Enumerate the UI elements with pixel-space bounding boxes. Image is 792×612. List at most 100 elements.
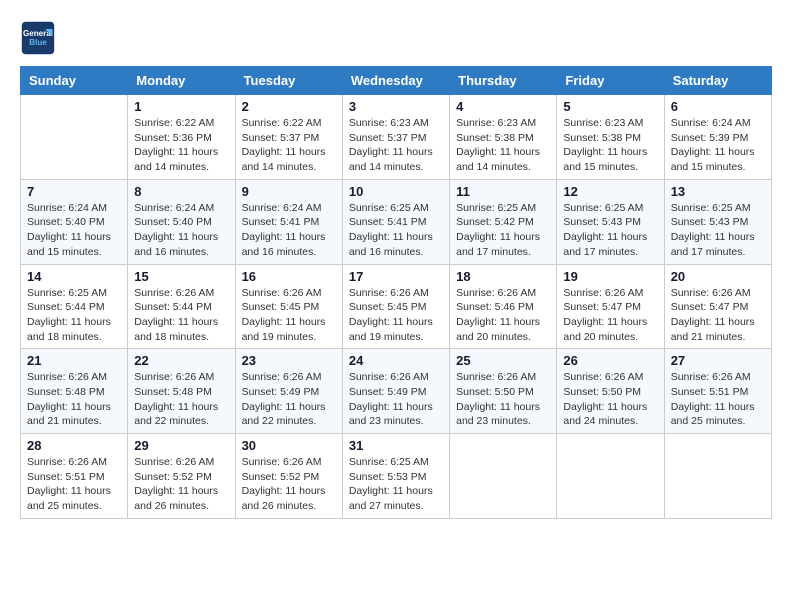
day-number: 27 xyxy=(671,353,765,368)
calendar-cell: 5 Sunrise: 6:23 AMSunset: 5:38 PMDaylight… xyxy=(557,95,664,180)
day-detail: Sunrise: 6:26 AMSunset: 5:48 PMDaylight:… xyxy=(27,370,121,429)
calendar-cell: 31 Sunrise: 6:25 AMSunset: 5:53 PMDayligh… xyxy=(342,434,449,519)
day-detail: Sunrise: 6:25 AMSunset: 5:43 PMDaylight:… xyxy=(563,201,657,260)
day-number: 18 xyxy=(456,269,550,284)
calendar-cell: 1 Sunrise: 6:22 AMSunset: 5:36 PMDaylight… xyxy=(128,95,235,180)
day-number: 10 xyxy=(349,184,443,199)
weekday-header: Thursday xyxy=(450,67,557,95)
calendar-cell: 28 Sunrise: 6:26 AMSunset: 5:51 PMDayligh… xyxy=(21,434,128,519)
day-number: 24 xyxy=(349,353,443,368)
day-detail: Sunrise: 6:25 AMSunset: 5:53 PMDaylight:… xyxy=(349,455,443,514)
day-detail: Sunrise: 6:23 AMSunset: 5:38 PMDaylight:… xyxy=(563,116,657,175)
calendar-cell: 12 Sunrise: 6:25 AMSunset: 5:43 PMDayligh… xyxy=(557,179,664,264)
day-detail: Sunrise: 6:26 AMSunset: 5:50 PMDaylight:… xyxy=(456,370,550,429)
calendar-cell xyxy=(450,434,557,519)
calendar-cell: 11 Sunrise: 6:25 AMSunset: 5:42 PMDayligh… xyxy=(450,179,557,264)
day-detail: Sunrise: 6:24 AMSunset: 5:39 PMDaylight:… xyxy=(671,116,765,175)
calendar-week-row: 14 Sunrise: 6:25 AMSunset: 5:44 PMDayligh… xyxy=(21,264,772,349)
day-number: 21 xyxy=(27,353,121,368)
day-detail: Sunrise: 6:26 AMSunset: 5:45 PMDaylight:… xyxy=(242,286,336,345)
day-number: 11 xyxy=(456,184,550,199)
day-number: 8 xyxy=(134,184,228,199)
day-number: 2 xyxy=(242,99,336,114)
day-number: 3 xyxy=(349,99,443,114)
weekday-header: Tuesday xyxy=(235,67,342,95)
weekday-header: Sunday xyxy=(21,67,128,95)
calendar-cell: 24 Sunrise: 6:26 AMSunset: 5:49 PMDayligh… xyxy=(342,349,449,434)
calendar-cell: 25 Sunrise: 6:26 AMSunset: 5:50 PMDayligh… xyxy=(450,349,557,434)
day-number: 1 xyxy=(134,99,228,114)
day-number: 25 xyxy=(456,353,550,368)
day-detail: Sunrise: 6:23 AMSunset: 5:38 PMDaylight:… xyxy=(456,116,550,175)
calendar-cell: 7 Sunrise: 6:24 AMSunset: 5:40 PMDaylight… xyxy=(21,179,128,264)
day-detail: Sunrise: 6:25 AMSunset: 5:44 PMDaylight:… xyxy=(27,286,121,345)
day-number: 31 xyxy=(349,438,443,453)
day-detail: Sunrise: 6:26 AMSunset: 5:45 PMDaylight:… xyxy=(349,286,443,345)
weekday-header: Monday xyxy=(128,67,235,95)
calendar-cell: 23Sunrise: 6:26 AMSunset: 5:49 PMDayligh… xyxy=(235,349,342,434)
day-number: 17 xyxy=(349,269,443,284)
day-detail: Sunrise: 6:22 AMSunset: 5:37 PMDaylight:… xyxy=(242,116,336,175)
calendar-week-row: 7 Sunrise: 6:24 AMSunset: 5:40 PMDaylight… xyxy=(21,179,772,264)
calendar-cell: 14 Sunrise: 6:25 AMSunset: 5:44 PMDayligh… xyxy=(21,264,128,349)
calendar-cell: 6 Sunrise: 6:24 AMSunset: 5:39 PMDaylight… xyxy=(664,95,771,180)
logo-icon: General Blue xyxy=(20,20,56,56)
day-detail: Sunrise: 6:23 AMSunset: 5:37 PMDaylight:… xyxy=(349,116,443,175)
day-detail: Sunrise: 6:22 AMSunset: 5:36 PMDaylight:… xyxy=(134,116,228,175)
calendar-cell: 9Sunrise: 6:24 AMSunset: 5:41 PMDaylight… xyxy=(235,179,342,264)
day-detail: Sunrise: 6:26 AMSunset: 5:47 PMDaylight:… xyxy=(563,286,657,345)
day-detail: Sunrise: 6:24 AMSunset: 5:40 PMDaylight:… xyxy=(27,201,121,260)
day-detail: Sunrise: 6:26 AMSunset: 5:50 PMDaylight:… xyxy=(563,370,657,429)
calendar-cell: 22Sunrise: 6:26 AMSunset: 5:48 PMDayligh… xyxy=(128,349,235,434)
day-detail: Sunrise: 6:26 AMSunset: 5:48 PMDaylight:… xyxy=(134,370,228,429)
day-detail: Sunrise: 6:24 AMSunset: 5:40 PMDaylight:… xyxy=(134,201,228,260)
calendar-cell: 10Sunrise: 6:25 AMSunset: 5:41 PMDayligh… xyxy=(342,179,449,264)
calendar-cell: 30Sunrise: 6:26 AMSunset: 5:52 PMDayligh… xyxy=(235,434,342,519)
calendar-cell: 26 Sunrise: 6:26 AMSunset: 5:50 PMDayligh… xyxy=(557,349,664,434)
day-number: 4 xyxy=(456,99,550,114)
page-header: General Blue xyxy=(20,20,772,56)
day-number: 19 xyxy=(563,269,657,284)
day-detail: Sunrise: 6:26 AMSunset: 5:49 PMDaylight:… xyxy=(349,370,443,429)
calendar-cell: 4 Sunrise: 6:23 AMSunset: 5:38 PMDaylight… xyxy=(450,95,557,180)
day-detail: Sunrise: 6:26 AMSunset: 5:51 PMDaylight:… xyxy=(27,455,121,514)
day-detail: Sunrise: 6:26 AMSunset: 5:47 PMDaylight:… xyxy=(671,286,765,345)
calendar-cell xyxy=(664,434,771,519)
calendar-week-row: 1 Sunrise: 6:22 AMSunset: 5:36 PMDaylight… xyxy=(21,95,772,180)
calendar-cell: 20 Sunrise: 6:26 AMSunset: 5:47 PMDayligh… xyxy=(664,264,771,349)
day-number: 26 xyxy=(563,353,657,368)
day-number: 30 xyxy=(242,438,336,453)
day-detail: Sunrise: 6:26 AMSunset: 5:44 PMDaylight:… xyxy=(134,286,228,345)
calendar-week-row: 28 Sunrise: 6:26 AMSunset: 5:51 PMDayligh… xyxy=(21,434,772,519)
day-detail: Sunrise: 6:25 AMSunset: 5:43 PMDaylight:… xyxy=(671,201,765,260)
calendar-cell: 21 Sunrise: 6:26 AMSunset: 5:48 PMDayligh… xyxy=(21,349,128,434)
calendar-cell: 19 Sunrise: 6:26 AMSunset: 5:47 PMDayligh… xyxy=(557,264,664,349)
weekday-header: Friday xyxy=(557,67,664,95)
day-detail: Sunrise: 6:25 AMSunset: 5:42 PMDaylight:… xyxy=(456,201,550,260)
day-number: 7 xyxy=(27,184,121,199)
calendar-cell xyxy=(557,434,664,519)
day-number: 20 xyxy=(671,269,765,284)
calendar-cell: 13Sunrise: 6:25 AMSunset: 5:43 PMDayligh… xyxy=(664,179,771,264)
day-number: 6 xyxy=(671,99,765,114)
day-number: 9 xyxy=(242,184,336,199)
svg-text:Blue: Blue xyxy=(29,38,47,47)
calendar-header-row: SundayMondayTuesdayWednesdayThursdayFrid… xyxy=(21,67,772,95)
calendar-cell: 29Sunrise: 6:26 AMSunset: 5:52 PMDayligh… xyxy=(128,434,235,519)
calendar-cell: 27Sunrise: 6:26 AMSunset: 5:51 PMDayligh… xyxy=(664,349,771,434)
calendar-cell xyxy=(21,95,128,180)
day-detail: Sunrise: 6:26 AMSunset: 5:52 PMDaylight:… xyxy=(134,455,228,514)
calendar-cell: 8 Sunrise: 6:24 AMSunset: 5:40 PMDaylight… xyxy=(128,179,235,264)
day-detail: Sunrise: 6:26 AMSunset: 5:46 PMDaylight:… xyxy=(456,286,550,345)
day-number: 28 xyxy=(27,438,121,453)
calendar-cell: 18 Sunrise: 6:26 AMSunset: 5:46 PMDayligh… xyxy=(450,264,557,349)
day-number: 16 xyxy=(242,269,336,284)
day-number: 5 xyxy=(563,99,657,114)
calendar-cell: 16 Sunrise: 6:26 AMSunset: 5:45 PMDayligh… xyxy=(235,264,342,349)
calendar-cell: 3 Sunrise: 6:23 AMSunset: 5:37 PMDaylight… xyxy=(342,95,449,180)
day-number: 12 xyxy=(563,184,657,199)
day-number: 14 xyxy=(27,269,121,284)
weekday-header: Wednesday xyxy=(342,67,449,95)
logo: General Blue xyxy=(20,20,56,56)
weekday-header: Saturday xyxy=(664,67,771,95)
